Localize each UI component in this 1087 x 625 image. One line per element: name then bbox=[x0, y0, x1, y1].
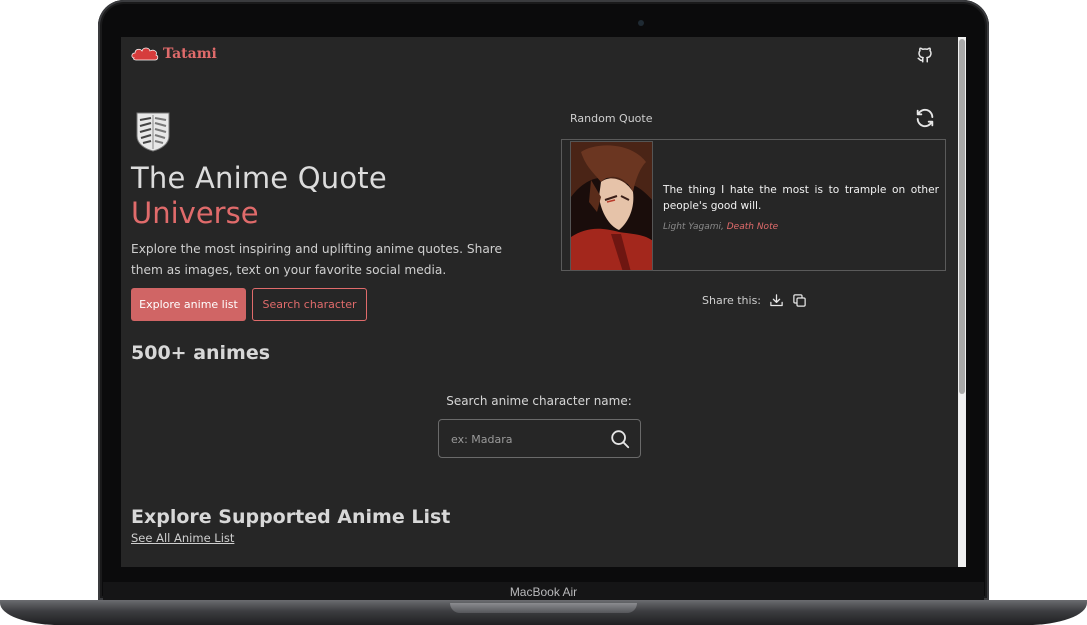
cloud-icon bbox=[131, 47, 159, 61]
scrollbar-thumb[interactable] bbox=[959, 39, 965, 394]
character-name: Light Yagami, bbox=[663, 222, 724, 232]
share-label: Share this: bbox=[702, 294, 762, 307]
camera bbox=[638, 20, 644, 26]
search-input[interactable] bbox=[449, 420, 603, 459]
github-icon[interactable] bbox=[916, 46, 934, 64]
quote-text: The thing I hate the most is to trample … bbox=[663, 184, 939, 212]
search-label: Search anime character name: bbox=[446, 394, 632, 408]
share-bar: Share this: bbox=[702, 293, 807, 308]
hero-title: The Anime Quote bbox=[131, 161, 387, 195]
device-label: MacBook Air bbox=[509, 585, 578, 599]
brand-logo[interactable]: Tatami bbox=[131, 46, 217, 62]
random-quote-label: Random Quote bbox=[570, 112, 653, 125]
quote-attribution: Light Yagami, Death Note bbox=[663, 222, 778, 232]
explore-anime-list-button[interactable]: Explore anime list bbox=[131, 288, 246, 321]
see-all-anime-link[interactable]: See All Anime List bbox=[131, 531, 234, 545]
anime-count: 500+ animes bbox=[131, 342, 271, 364]
hero-title-accent: Universe bbox=[131, 196, 259, 230]
search-box bbox=[438, 419, 641, 459]
download-icon[interactable] bbox=[769, 293, 784, 308]
search-character-button[interactable]: Search character bbox=[252, 288, 367, 321]
copy-icon[interactable] bbox=[792, 293, 807, 308]
character-portrait bbox=[570, 141, 653, 271]
quote-card: The thing I hate the most is to trample … bbox=[561, 139, 946, 271]
brand-name: Tatami bbox=[163, 46, 217, 62]
laptop-notch bbox=[450, 603, 637, 613]
anime-name[interactable]: Death Note bbox=[727, 222, 778, 232]
scrollbar[interactable] bbox=[958, 37, 966, 567]
search-icon[interactable] bbox=[609, 428, 631, 450]
hero-description: Explore the most inspiring and uplifting… bbox=[131, 242, 503, 277]
wings-of-freedom-icon bbox=[136, 112, 170, 152]
refresh-icon[interactable] bbox=[914, 107, 936, 129]
app-screen: Tatami The Anime Quote Universe Explore … bbox=[121, 37, 966, 567]
explore-section-title: Explore Supported Anime List bbox=[131, 506, 451, 528]
